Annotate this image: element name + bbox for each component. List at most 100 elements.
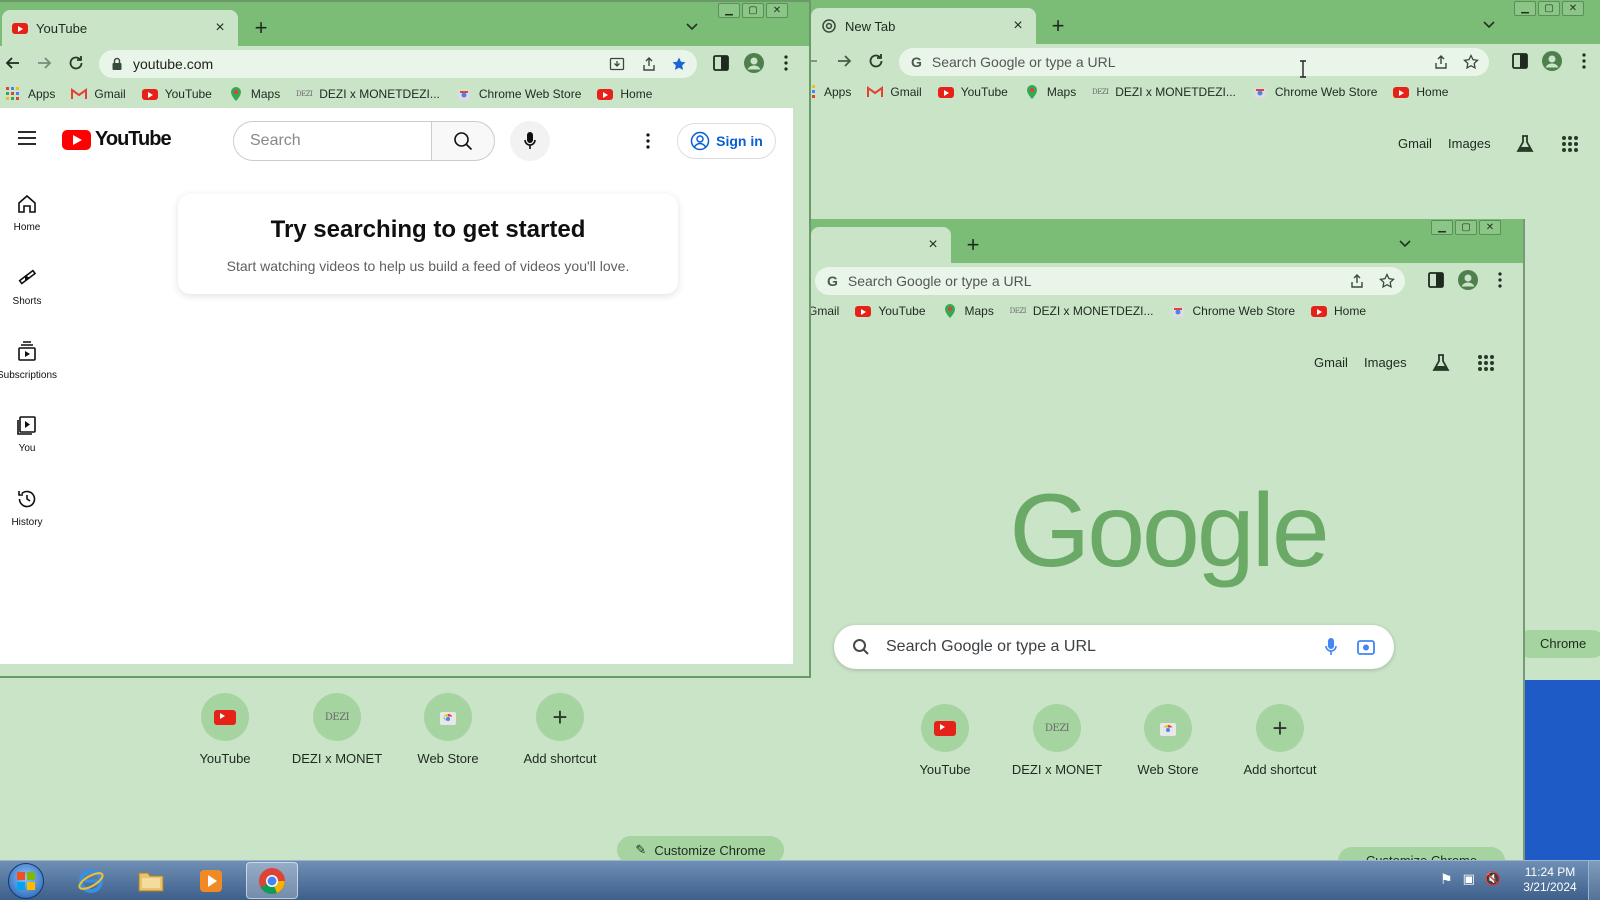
install-app-icon[interactable] <box>609 56 625 72</box>
minimize-button[interactable]: ▁ <box>1514 1 1536 16</box>
bookmark-star-filled-icon[interactable] <box>671 56 687 72</box>
bookmark-youtube[interactable]: YouTube <box>141 86 212 102</box>
tab-search-icon[interactable] <box>684 18 700 34</box>
bookmark-chrome-web-store[interactable]: Chrome Web Store <box>456 86 581 102</box>
share-icon[interactable] <box>1433 54 1449 70</box>
new-tab-button[interactable]: + <box>1046 13 1070 38</box>
customize-chrome-button[interactable]: Customize Chrome <box>1338 847 1505 860</box>
reload-icon[interactable] <box>866 51 886 71</box>
menu-dots-icon[interactable] <box>776 53 796 73</box>
taskbar-file-explorer[interactable] <box>134 865 168 897</box>
bookmark-gmail[interactable]: Gmail <box>811 303 839 319</box>
share-icon[interactable] <box>1349 273 1365 289</box>
back-icon[interactable] <box>811 51 821 71</box>
nav-shorts[interactable]: Shorts <box>0 266 54 307</box>
bookmark-apps[interactable]: Apps <box>811 84 851 100</box>
bookmark-home[interactable]: Home <box>1393 84 1448 100</box>
bookmark-chrome-web-store[interactable]: Chrome Web Store <box>1170 303 1295 319</box>
bookmark-apps[interactable]: Apps <box>5 86 55 102</box>
sign-in-button[interactable]: Sign in <box>677 123 776 159</box>
tab-untitled[interactable]: × <box>811 227 951 263</box>
bookmark-maps[interactable]: Maps <box>942 303 994 319</box>
shortcut-add-left[interactable]: + Add shortcut <box>504 693 616 766</box>
customize-chrome-button-edge[interactable]: Chrome <box>1516 630 1600 658</box>
menu-dots-icon[interactable] <box>1574 51 1594 71</box>
side-panel-icon[interactable] <box>711 53 731 73</box>
shortcut-youtube[interactable]: YouTube <box>889 704 1001 777</box>
shortcut-dezi-left[interactable]: DEZI DEZI x MONET <box>281 693 393 766</box>
omnibox[interactable]: youtube.com <box>99 50 697 78</box>
hamburger-menu-icon[interactable] <box>17 130 37 146</box>
nav-you[interactable]: You <box>0 413 54 454</box>
bookmark-dezi[interactable]: DEZI DEZI x MONETDEZI... <box>296 86 440 102</box>
shortcut-webstore[interactable]: Web Store <box>1112 704 1224 777</box>
settings-dots-icon[interactable] <box>638 131 658 151</box>
minimize-button[interactable]: ▁ <box>718 3 740 18</box>
close-window-button[interactable]: ✕ <box>1562 1 1584 16</box>
bookmark-star-icon[interactable] <box>1379 273 1395 289</box>
profile-avatar-icon[interactable] <box>1457 269 1479 291</box>
bookmark-youtube[interactable]: YouTube <box>937 84 1008 100</box>
images-link[interactable]: Images <box>1364 355 1407 370</box>
nav-subscriptions[interactable]: Subscriptions <box>0 340 58 381</box>
close-tab-icon[interactable]: × <box>1010 17 1026 34</box>
close-window-button[interactable]: ✕ <box>766 3 788 18</box>
maximize-button[interactable]: ▢ <box>1455 220 1477 235</box>
shortcut-add[interactable]: + Add shortcut <box>1224 704 1336 777</box>
forward-icon[interactable] <box>34 53 54 73</box>
labs-flask-icon[interactable] <box>1514 133 1536 155</box>
clock[interactable]: 11:24 PM 3/21/2024 <box>1518 865 1582 895</box>
share-icon[interactable] <box>641 56 657 72</box>
back-icon[interactable] <box>3 53 23 73</box>
network-icon[interactable]: ▣ <box>1463 871 1475 888</box>
nav-history[interactable]: History <box>0 487 54 528</box>
nav-home[interactable]: Home <box>0 192 54 233</box>
taskbar-media-player[interactable] <box>194 865 228 897</box>
shortcut-youtube-left[interactable]: YouTube <box>169 693 281 766</box>
google-search-box[interactable]: Search Google or type a URL <box>834 625 1394 669</box>
gmail-link[interactable]: Gmail <box>1398 136 1432 151</box>
images-link[interactable]: Images <box>1448 136 1491 151</box>
maximize-button[interactable]: ▢ <box>742 3 764 18</box>
shortcut-webstore-left[interactable]: Web Store <box>392 693 504 766</box>
menu-dots-icon[interactable] <box>1490 270 1510 290</box>
shortcut-dezi[interactable]: DEZI DEZI x MONET <box>1001 704 1113 777</box>
bookmark-home[interactable]: Home <box>1311 303 1366 319</box>
start-button[interactable] <box>8 863 44 899</box>
google-apps-icon[interactable] <box>1477 354 1495 372</box>
minimize-button[interactable]: ▁ <box>1431 220 1453 235</box>
close-window-button[interactable]: ✕ <box>1479 220 1501 235</box>
bookmark-gmail[interactable]: Gmail <box>867 84 922 100</box>
bookmark-home[interactable]: Home <box>597 86 652 102</box>
show-desktop-button[interactable] <box>1588 861 1600 900</box>
reload-icon[interactable] <box>66 53 86 73</box>
bookmark-maps[interactable]: Maps <box>1024 84 1076 100</box>
youtube-search-button[interactable] <box>431 121 495 161</box>
omnibox[interactable]: G Search Google or type a URL <box>899 48 1489 76</box>
close-tab-icon[interactable]: × <box>925 236 941 253</box>
camera-lens-icon[interactable] <box>1356 637 1376 657</box>
bookmark-dezi[interactable]: DEZI DEZI x MONETDEZI... <box>1010 303 1154 319</box>
new-tab-button[interactable]: + <box>961 232 985 257</box>
google-apps-icon[interactable] <box>1561 135 1579 153</box>
omnibox[interactable]: G Search Google or type a URL <box>815 267 1405 295</box>
youtube-logo[interactable]: YouTube <box>62 128 172 151</box>
profile-avatar-icon[interactable] <box>1541 50 1563 72</box>
tab-youtube[interactable]: YouTube × <box>2 10 238 46</box>
labs-flask-icon[interactable] <box>1430 352 1452 374</box>
bookmark-dezi[interactable]: DEZI DEZI x MONETDEZI... <box>1092 84 1236 100</box>
voice-search-button[interactable] <box>510 121 550 161</box>
volume-muted-icon[interactable]: 🔇 <box>1485 871 1501 888</box>
maximize-button[interactable]: ▢ <box>1538 1 1560 16</box>
bookmark-maps[interactable]: Maps <box>228 86 280 102</box>
taskbar-internet-explorer[interactable] <box>74 865 108 897</box>
profile-avatar-icon[interactable] <box>743 52 765 74</box>
bookmark-gmail[interactable]: Gmail <box>71 86 126 102</box>
new-tab-button[interactable]: + <box>249 15 273 40</box>
bookmark-chrome-web-store[interactable]: Chrome Web Store <box>1252 84 1377 100</box>
gmail-link[interactable]: Gmail <box>1314 355 1348 370</box>
side-panel-icon[interactable] <box>1426 270 1446 290</box>
tab-search-icon[interactable] <box>1481 16 1497 32</box>
taskbar-chrome[interactable] <box>246 862 298 899</box>
tab-new-tab[interactable]: New Tab × <box>811 8 1036 44</box>
